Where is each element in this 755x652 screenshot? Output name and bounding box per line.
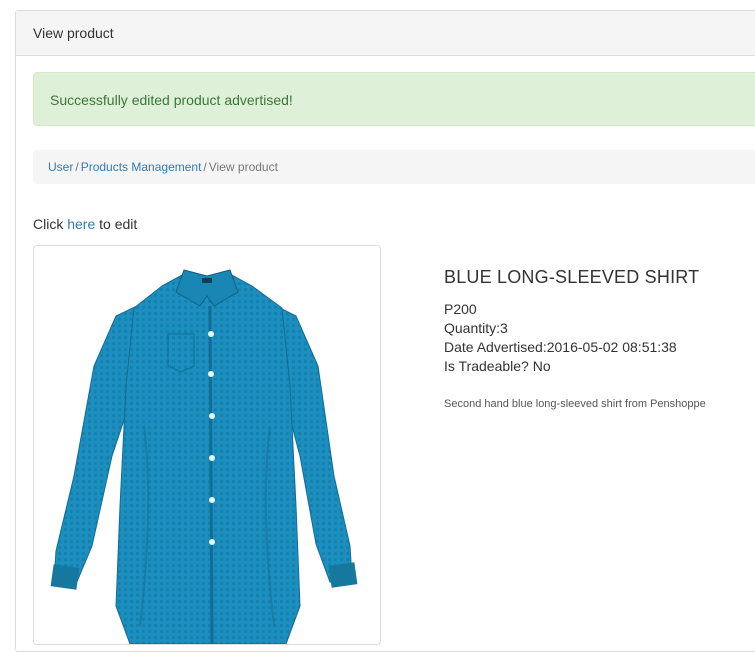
product-details: BLUE LONG-SLEEVED SHIRT P200 Quantity:3 …: [444, 267, 706, 410]
edit-prompt-suffix: to edit: [95, 216, 138, 232]
breadcrumb-products-management[interactable]: Products Management: [81, 160, 202, 174]
breadcrumb-separator: /: [75, 160, 79, 174]
breadcrumb-current: View product: [208, 160, 278, 174]
breadcrumb-user[interactable]: User: [48, 160, 73, 174]
edit-prompt: Click here to edit: [33, 216, 137, 232]
product-panel: View product Successfully edited product…: [15, 10, 755, 652]
breadcrumb: User / Products Management / View product: [33, 150, 755, 184]
edit-prompt-prefix: Click: [33, 216, 68, 232]
product-thumbnail: [33, 245, 381, 645]
panel-heading: View product: [16, 11, 755, 56]
edit-link[interactable]: here: [67, 216, 95, 232]
success-alert: Successfully edited product advertised!: [33, 72, 755, 126]
shirt-image: [50, 269, 358, 644]
product-name: BLUE LONG-SLEEVED SHIRT: [444, 267, 700, 287]
product-info: P200 Quantity:3 Date Advertised:2016-05-…: [444, 300, 706, 376]
product-description: Second hand blue long-sleeved shirt from…: [444, 398, 706, 410]
product-quantity: Quantity:3: [444, 320, 508, 336]
product-tradeable: Is Tradeable? No: [444, 358, 551, 374]
breadcrumb-separator: /: [203, 160, 207, 174]
product-date-advertised: Date Advertised:2016-05-02 08:51:38: [444, 339, 677, 355]
product-price: P200: [444, 301, 477, 317]
